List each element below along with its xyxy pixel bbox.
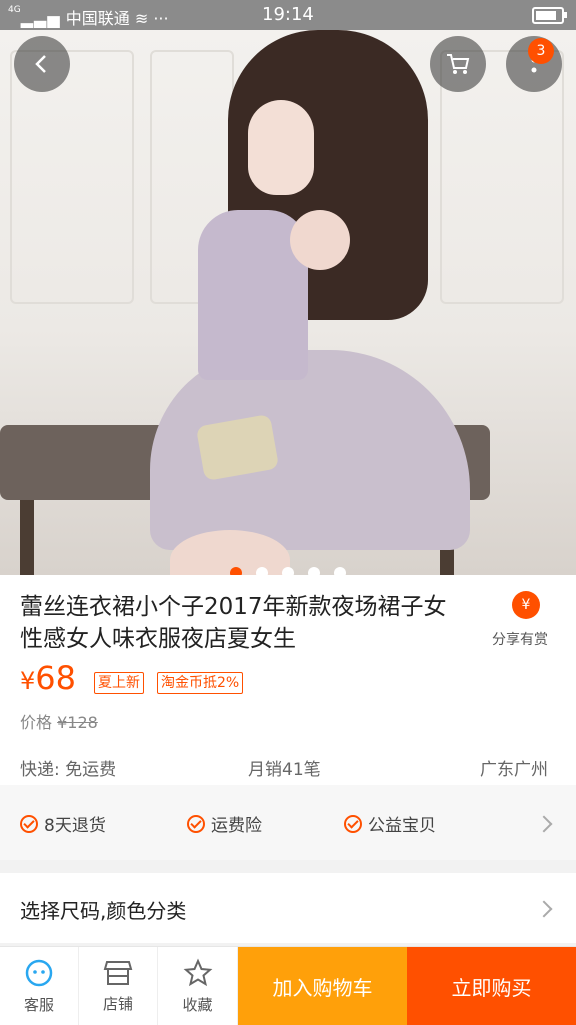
product-title: 蕾丝连衣裙小个子2017年新款夜场裙子女性感女人味衣服夜店夏女生 (20, 594, 447, 652)
price-value: 68 (35, 659, 76, 697)
battery-fill (536, 11, 557, 20)
price-currency: ¥ (20, 667, 36, 695)
shipping-info: 快递: 免运费 (20, 760, 117, 780)
select-sku-row[interactable]: 选择尺码,颜色分类 (0, 873, 576, 943)
favorite-button[interactable]: 收藏 (158, 947, 238, 1025)
original-price: 价格 ¥128 (20, 709, 98, 733)
bottom-action-bar: 客服 店铺 收藏 加入购物车 立即购买 (0, 946, 576, 1025)
service-guarantees[interactable]: 8天退货 运费险 公益宝贝 (0, 785, 576, 860)
carousel-dot[interactable] (308, 567, 320, 575)
status-bar: 4G▂▃▅ 中国联通 ≋ ··· 19:14 (0, 0, 576, 30)
buy-now-button[interactable]: 立即购买 (407, 947, 576, 1025)
carousel-dot[interactable] (256, 567, 268, 575)
shop-button[interactable]: 店铺 (79, 947, 158, 1025)
model-face (248, 100, 314, 195)
chevron-left-icon (35, 55, 46, 73)
carousel-dots (230, 567, 346, 575)
model-hand (290, 210, 350, 270)
status-carrier: 4G▂▃▅ 中国联通 ≋ ··· (8, 5, 169, 29)
money-bag-icon[interactable]: ¥ (512, 591, 540, 619)
service-face-icon (25, 959, 53, 986)
chevron-right-icon (535, 900, 553, 918)
carousel-dot[interactable] (282, 567, 294, 575)
service-item-insurance: 运费险 (187, 811, 262, 836)
check-circle-icon (187, 814, 205, 833)
model-dress-skirt (150, 350, 470, 550)
battery-icon (532, 7, 567, 24)
chevron-right-icon (535, 815, 553, 833)
add-to-cart-button[interactable]: 加入购物车 (238, 947, 407, 1025)
share-reward-label[interactable]: 分享有赏 (492, 629, 548, 649)
carousel-dot[interactable] (230, 567, 242, 575)
service-label: 公益宝贝 (368, 816, 436, 836)
network-type: 4G (8, 5, 21, 15)
check-circle-icon (344, 814, 362, 833)
product-price: ¥68 (20, 659, 76, 697)
bench-leg (20, 500, 34, 575)
product-info: 蕾丝连衣裙小个子2017年新款夜场裙子女性感女人味衣服夜店夏女生 ¥ 分享有赏 … (0, 575, 576, 785)
shop-label: 店铺 (102, 994, 133, 1013)
customer-service-button[interactable]: 客服 (0, 947, 79, 1025)
service-label: 8天退货 (44, 816, 106, 836)
carousel-dot[interactable] (334, 567, 346, 575)
more-dots-icon: ··· (153, 9, 169, 28)
status-time: 19:14 (262, 4, 314, 25)
check-circle-icon (20, 814, 38, 833)
customer-service-label: 客服 (23, 995, 54, 1014)
ship-location: 广东广州 (480, 760, 548, 780)
cart-icon (447, 54, 470, 74)
select-sku-label: 选择尺码,颜色分类 (20, 899, 187, 923)
favorite-label: 收藏 (182, 995, 213, 1014)
original-price-label: 价格 (20, 713, 53, 732)
more-badge: 3 (528, 38, 554, 64)
service-label: 运费险 (211, 816, 262, 836)
signal-icon: ▂▃▅ (20, 9, 61, 28)
star-icon (183, 958, 212, 986)
carrier-name: 中国联通 (65, 9, 130, 28)
wifi-icon: ≋ (134, 9, 149, 28)
service-item-return: 8天退货 (20, 811, 106, 836)
product-image-carousel[interactable]: 3 (0, 30, 576, 575)
cart-button[interactable] (430, 36, 486, 92)
original-price-value: ¥128 (57, 713, 98, 732)
service-item-charity: 公益宝贝 (344, 811, 436, 836)
tag-new: 夏上新 (94, 672, 144, 694)
tag-coin: 淘金币抵2% (157, 672, 244, 694)
shop-icon (103, 960, 133, 985)
monthly-sales: 月销41笔 (248, 760, 321, 780)
back-button[interactable] (14, 36, 70, 92)
